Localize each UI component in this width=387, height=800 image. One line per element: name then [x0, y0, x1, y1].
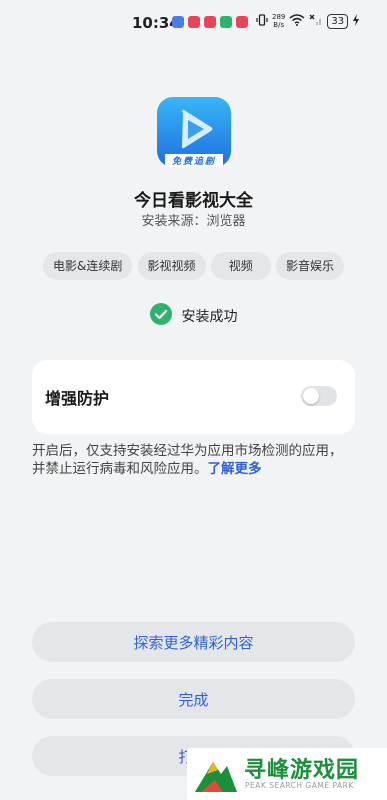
charging-icon	[352, 13, 360, 29]
install-status-text: 安装成功	[181, 309, 238, 325]
status-indicators: 289 B/s 33	[256, 13, 360, 29]
app-tags: 电影&连续剧 影视视频 视频 影音娱乐	[43, 252, 344, 280]
mountain-logo-icon	[193, 754, 239, 798]
enhanced-protection-card: 增强防护	[32, 360, 355, 434]
notification-icon	[172, 16, 184, 28]
done-button[interactable]: 完成	[32, 679, 355, 719]
watermark-title: 寻峰游戏园	[244, 758, 360, 783]
protection-description: 开启后，仅支持安装经过华为应用市场检测的应用，并禁止运行病毒和风险应用。了解更多	[32, 442, 355, 478]
notification-icon	[236, 16, 248, 28]
no-signal-icon	[309, 14, 323, 29]
check-circle-icon	[149, 303, 172, 329]
status-bar: 10:34 289 B/s 33	[0, 0, 387, 44]
protection-description-text: 开启后，仅支持安装经过华为应用市场检测的应用，并禁止运行病毒和风险应用。	[32, 443, 343, 477]
category-tag: 电影&连续剧	[43, 252, 133, 280]
watermark: 寻峰游戏园 PEAK SEARCH GAME PARK	[187, 748, 387, 800]
network-speed: 289 B/s	[272, 13, 286, 29]
app-name: 今日看影视大全	[134, 191, 253, 211]
notification-icon	[188, 16, 200, 28]
enhanced-protection-label: 增强防护	[45, 389, 110, 408]
vibrate-icon	[256, 13, 268, 29]
download-notification-icon	[220, 16, 232, 28]
install-source: 安装来源：浏览器	[141, 214, 246, 229]
category-tag: 影音娱乐	[275, 252, 344, 280]
category-tag: 影视视频	[137, 252, 206, 280]
install-status: 安装成功	[0, 303, 387, 329]
learn-more-link[interactable]: 了解更多	[208, 461, 262, 477]
app-icon-label: 免费追剧	[171, 157, 216, 167]
app-icon: 免费追剧	[157, 97, 231, 167]
notification-icon	[204, 16, 216, 28]
wifi-icon	[289, 13, 305, 29]
explore-more-button[interactable]: 探索更多精彩内容	[32, 622, 355, 662]
enhanced-protection-toggle[interactable]	[301, 386, 337, 406]
category-tag: 视频	[210, 252, 271, 280]
battery-indicator: 33	[327, 13, 349, 29]
watermark-subtitle: PEAK SEARCH GAME PARK	[245, 781, 354, 790]
toggle-knob	[303, 388, 319, 404]
